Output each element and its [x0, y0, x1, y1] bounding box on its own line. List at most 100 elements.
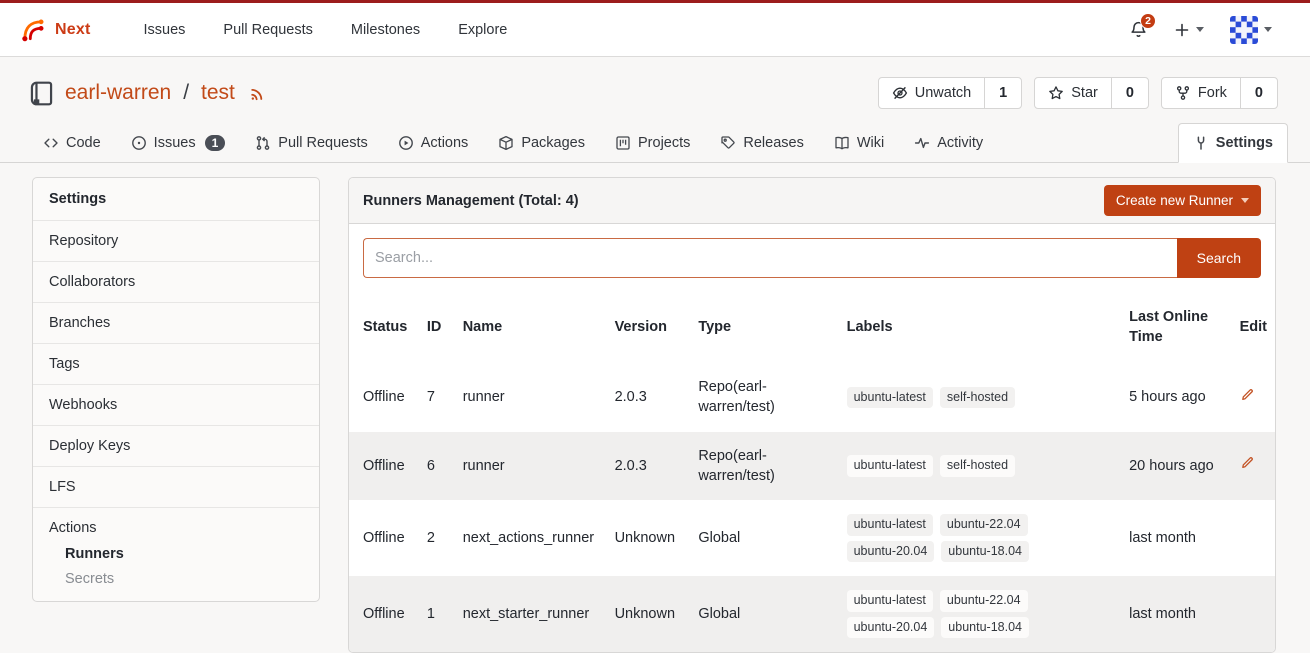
sidebar-item-webhooks[interactable]: Webhooks — [33, 384, 319, 425]
forks-count[interactable]: 0 — [1240, 78, 1277, 108]
main-nav: Issues Pull Requests Milestones Explore — [124, 12, 526, 48]
sidebar-item-tags[interactable]: Tags — [33, 343, 319, 384]
brand-name[interactable]: Next — [55, 21, 90, 39]
fork-button[interactable]: Fork — [1162, 78, 1240, 108]
eye-slash-icon — [892, 85, 908, 101]
nav-issues[interactable]: Issues — [124, 12, 204, 48]
create-new-menu[interactable] — [1174, 22, 1204, 38]
tab-label: Packages — [521, 135, 585, 151]
runner-search-input[interactable] — [363, 238, 1177, 278]
actions-sub-menu: Runners Secrets — [49, 546, 303, 587]
watchers-count[interactable]: 1 — [984, 78, 1021, 108]
nav-pull-requests[interactable]: Pull Requests — [204, 12, 331, 48]
edit-runner-button[interactable] — [1240, 455, 1255, 470]
fork-button-group: Fork 0 — [1161, 77, 1278, 109]
unwatch-button[interactable]: Unwatch — [879, 78, 984, 108]
runner-type: Repo(earl-warren/test) — [690, 363, 838, 432]
repository-icon — [28, 80, 55, 107]
label-chip: ubuntu-22.04 — [940, 514, 1028, 536]
sidebar-item-collaborators[interactable]: Collaborators — [33, 261, 319, 302]
repo-header: earl-warren / test Unwatch — [0, 57, 1310, 119]
col-version: Version — [607, 292, 691, 363]
star-button[interactable]: Star — [1035, 78, 1111, 108]
repo-title: earl-warren / test — [28, 80, 266, 107]
runner-status: Offline — [349, 363, 419, 432]
edit-runner-button[interactable] — [1240, 387, 1255, 402]
label-chip: self-hosted — [940, 387, 1015, 409]
runner-id: 6 — [419, 432, 455, 501]
settings-sidebar: Settings Repository Collaborators Branch… — [32, 177, 320, 602]
notifications-button[interactable]: 2 — [1129, 20, 1148, 39]
play-circle-icon — [398, 135, 414, 151]
sidebar-item-branches[interactable]: Branches — [33, 302, 319, 343]
runner-status: Offline — [349, 500, 419, 576]
col-id: ID — [419, 292, 455, 363]
label-chip: self-hosted — [940, 455, 1015, 477]
pull-request-icon — [255, 135, 271, 151]
repo-owner-link[interactable]: earl-warren — [65, 81, 171, 105]
package-cube-icon — [498, 135, 514, 151]
tab-projects[interactable]: Projects — [600, 123, 705, 163]
runner-version: Unknown — [607, 576, 691, 652]
runners-title: Runners Management (Total: 4) — [363, 193, 579, 209]
runner-id: 1 — [419, 576, 455, 652]
runner-type: Repo(earl-warren/test) — [690, 432, 838, 501]
runner-search-button[interactable]: Search — [1177, 238, 1261, 278]
settings-content: Settings Repository Collaborators Branch… — [0, 163, 1310, 653]
caret-down-icon — [1264, 27, 1272, 32]
tab-settings[interactable]: Settings — [1178, 123, 1288, 163]
label-chip: ubuntu-18.04 — [941, 617, 1029, 639]
star-label: Star — [1071, 85, 1098, 101]
col-last-online: Last Online Time — [1121, 292, 1231, 363]
tab-packages[interactable]: Packages — [483, 123, 600, 163]
caret-down-icon — [1196, 27, 1204, 32]
create-runner-button[interactable]: Create new Runner — [1104, 185, 1261, 216]
runner-type: Global — [690, 576, 838, 652]
forgejo-home-link[interactable]: Next — [20, 17, 90, 43]
runner-name: runner — [455, 432, 607, 501]
runner-last-online: 20 hours ago — [1121, 432, 1231, 501]
unwatch-label: Unwatch — [915, 85, 971, 101]
sidebar-item-lfs[interactable]: LFS — [33, 466, 319, 507]
sidebar-item-runners[interactable]: Runners — [65, 546, 303, 562]
col-type: Type — [690, 292, 838, 363]
issue-circle-icon — [131, 135, 147, 151]
runners-table: Status ID Name Version Type Labels Last … — [349, 292, 1275, 652]
user-menu[interactable] — [1230, 16, 1272, 44]
nav-milestones[interactable]: Milestones — [332, 12, 439, 48]
col-status: Status — [349, 292, 419, 363]
sidebar-item-secrets[interactable]: Secrets — [65, 571, 303, 587]
tab-label: Issues — [154, 135, 196, 151]
repo-name-link[interactable]: test — [201, 81, 235, 105]
tab-label: Settings — [1216, 135, 1273, 151]
col-labels: Labels — [839, 292, 1121, 363]
sidebar-item-actions[interactable]: Actions — [49, 520, 303, 536]
tab-issues[interactable]: Issues 1 — [116, 123, 241, 163]
notification-count-badge: 2 — [1140, 13, 1156, 29]
rss-feed-icon[interactable] — [249, 85, 266, 102]
table-header-row: Status ID Name Version Type Labels Last … — [349, 292, 1275, 363]
forgejo-logo-icon — [20, 17, 46, 43]
tab-releases[interactable]: Releases — [705, 123, 818, 163]
tab-code[interactable]: Code — [28, 123, 116, 163]
runner-labels: ubuntu-latest self-hosted — [847, 455, 1052, 477]
fork-icon — [1175, 85, 1191, 101]
runner-version: 2.0.3 — [607, 432, 691, 501]
sidebar-header: Settings — [33, 178, 319, 220]
label-chip: ubuntu-latest — [847, 387, 933, 409]
user-avatar — [1230, 16, 1258, 44]
tab-activity[interactable]: Activity — [899, 123, 998, 163]
navbar-right: 2 — [1129, 16, 1272, 44]
tab-wiki[interactable]: Wiki — [819, 123, 899, 163]
sidebar-item-deploy-keys[interactable]: Deploy Keys — [33, 425, 319, 466]
stars-count[interactable]: 0 — [1111, 78, 1148, 108]
tab-label: Actions — [421, 135, 469, 151]
label-chip: ubuntu-latest — [847, 455, 933, 477]
sidebar-item-repository[interactable]: Repository — [33, 220, 319, 261]
repo-tabbar: Code Issues 1 Pull Requests Actions Pack… — [0, 123, 1310, 163]
nav-explore[interactable]: Explore — [439, 12, 526, 48]
runner-search-area: Search — [349, 224, 1275, 292]
tab-pull-requests[interactable]: Pull Requests — [240, 123, 382, 163]
label-chip: ubuntu-22.04 — [940, 590, 1028, 612]
tab-actions[interactable]: Actions — [383, 123, 484, 163]
